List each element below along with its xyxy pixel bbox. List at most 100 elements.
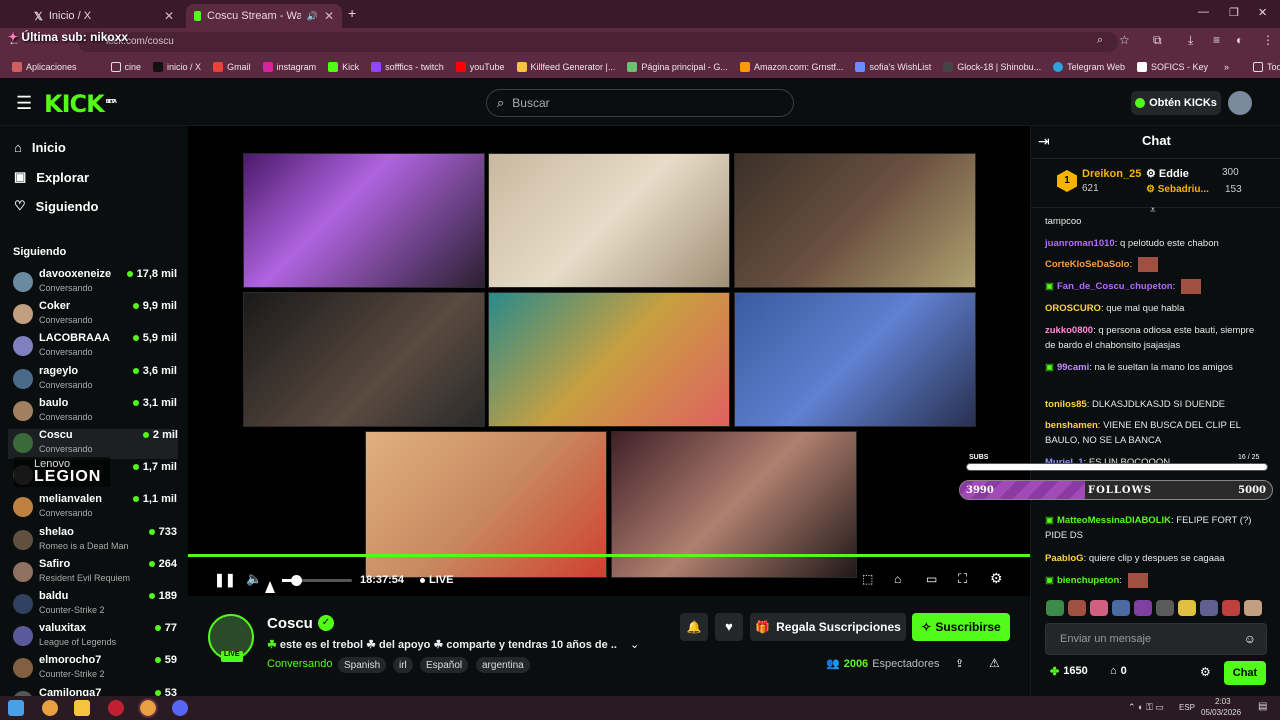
- bookmark-amazon[interactable]: Amazon.com: Grnstf...: [734, 62, 850, 72]
- cast-icon[interactable]: ⌂: [894, 572, 901, 586]
- send-chat-button[interactable]: Chat: [1224, 661, 1266, 685]
- chat-username[interactable]: PaabloG: [1045, 553, 1084, 564]
- bookmark-cine[interactable]: cine: [105, 62, 148, 72]
- emote-icon[interactable]: [1068, 600, 1086, 616]
- sidebar-channel[interactable]: rageylo Conversando 3,6 mil: [13, 365, 177, 395]
- sidebar-channel[interactable]: Coscu Conversando 2 mil: [8, 429, 178, 459]
- bookmark-kick[interactable]: Kick: [322, 62, 365, 72]
- bookmark-apps[interactable]: Aplicaciones: [6, 62, 83, 72]
- store-points[interactable]: ⌂ 0: [1110, 665, 1127, 677]
- discord-icon[interactable]: [172, 700, 188, 716]
- live-progress-bar[interactable]: [188, 554, 1030, 557]
- app-icon[interactable]: [108, 700, 124, 716]
- hamburger-menu-icon[interactable]: ☰: [16, 93, 32, 114]
- chat-username[interactable]: OROSCURO: [1045, 303, 1101, 314]
- gift-subs-button[interactable]: 🎁 Regala Suscripciones: [750, 613, 906, 641]
- emote-icon[interactable]: [1156, 600, 1174, 616]
- chrome-active-icon[interactable]: [138, 698, 158, 718]
- emote-icon[interactable]: [1046, 600, 1064, 616]
- sidebar-channel[interactable]: Coker Conversando 9,9 mil: [13, 300, 177, 330]
- leader-name[interactable]: Dreikon_25: [1082, 168, 1141, 180]
- volume-slider[interactable]: [282, 575, 352, 586]
- nav-explorar[interactable]: ▣ Explorar: [14, 169, 89, 185]
- video-player[interactable]: [188, 126, 1030, 596]
- chat-username[interactable]: bienchupeton: [1057, 575, 1119, 586]
- bookmark-killfeed[interactable]: Killfeed Generator |...: [511, 62, 622, 72]
- system-tray-icons[interactable]: ⌃ ◐ ⚿ ▭: [1128, 702, 1164, 713]
- minimize-button[interactable]: —: [1198, 6, 1209, 18]
- bookmark-twitch[interactable]: sofffics - twitch: [365, 62, 450, 72]
- tab-coscu-stream[interactable]: Coscu Stream - Watch Live 🔊 ✕: [186, 4, 342, 28]
- sidebar-channel[interactable]: valuxitax League of Legends 77: [13, 622, 177, 652]
- fullscreen-icon[interactable]: ⛶: [958, 571, 967, 587]
- language-indicator[interactable]: ESP: [1179, 703, 1195, 712]
- pause-icon[interactable]: ❚❚: [214, 572, 236, 588]
- profile-icon[interactable]: ◐: [1236, 33, 1243, 47]
- channel-points[interactable]: ✤ 1650: [1050, 665, 1088, 678]
- report-warning-icon[interactable]: ⚠: [989, 656, 1000, 670]
- channel-name[interactable]: Coscu: [267, 615, 313, 632]
- new-tab-button[interactable]: +: [348, 5, 356, 21]
- bookmark-gmail[interactable]: Gmail: [207, 62, 257, 72]
- star-icon[interactable]: ☆: [1119, 33, 1130, 47]
- chrome-icon[interactable]: [42, 700, 58, 716]
- emote-icon[interactable]: [1244, 600, 1262, 616]
- emote-icon[interactable]: [1200, 600, 1218, 616]
- share-icon[interactable]: ⇪: [955, 657, 964, 670]
- media-icon[interactable]: ≡: [1213, 33, 1220, 47]
- sidebar-channel[interactable]: elmorocho7 Counter-Strike 2 59: [13, 654, 177, 684]
- kick-logo[interactable]: KICK BETA: [44, 90, 117, 118]
- chat-settings-icon[interactable]: ⚙: [1200, 665, 1211, 679]
- extensions-icon[interactable]: ⧉: [1153, 33, 1162, 48]
- emote-icon[interactable]: [1112, 600, 1130, 616]
- search-input[interactable]: ⌕ Buscar: [486, 89, 794, 117]
- heart-follow-icon[interactable]: ♥: [715, 613, 743, 641]
- close-tab-icon[interactable]: ✕: [324, 9, 334, 23]
- maximize-button[interactable]: ❐: [1229, 6, 1239, 19]
- sidebar-channel[interactable]: baldu Counter-Strike 2 189: [13, 590, 177, 620]
- bookmark-inicio-x[interactable]: inicio / X: [147, 62, 207, 72]
- bell-icon[interactable]: 🔔: [680, 613, 708, 641]
- emote-icon[interactable]: [1178, 600, 1196, 616]
- sidebar-channel[interactable]: davooxeneize Conversando 17,8 mil: [13, 268, 177, 298]
- chat-username[interactable]: benshamen: [1045, 420, 1098, 431]
- sidebar-channel[interactable]: baulo Conversando 3,1 mil: [13, 397, 177, 427]
- user-avatar[interactable]: [1228, 91, 1252, 115]
- collapse-chat-icon[interactable]: ⇥: [1038, 133, 1050, 150]
- volume-knob[interactable]: [291, 575, 302, 586]
- sidebar-channel[interactable]: shelao Romeo is a Dead Man 733: [13, 526, 177, 556]
- chat-username[interactable]: juanroman1010: [1045, 238, 1115, 249]
- chat-username[interactable]: 99cami: [1057, 362, 1089, 373]
- bookmark-glock[interactable]: Glock-18 | Shinobu...: [937, 62, 1047, 72]
- tag-espanol[interactable]: Español: [420, 657, 469, 673]
- bookmark-wishlist[interactable]: sofia's WishList: [849, 62, 937, 72]
- tab-inicio-x[interactable]: 𝕏 Inicio / X ✕: [26, 4, 182, 28]
- bookmarks-overflow[interactable]: »: [1218, 62, 1235, 72]
- theater-mode-icon[interactable]: ▭: [926, 572, 937, 586]
- sidebar-channel[interactable]: Safiro Resident Evil Requiem 264: [13, 558, 177, 588]
- bookmark-sofics[interactable]: SOFICS - Key: [1131, 62, 1214, 72]
- chat-username[interactable]: tonilos85: [1045, 399, 1087, 410]
- leader-second[interactable]: ⚙ Eddie: [1146, 167, 1189, 180]
- emote-icon[interactable]: [1134, 600, 1152, 616]
- tag-irl[interactable]: irl: [393, 657, 413, 673]
- chat-username[interactable]: CorteKloSeDaSolo: [1045, 259, 1129, 270]
- nav-siguiendo[interactable]: ♡ Siguiendo: [14, 198, 99, 214]
- close-tab-icon[interactable]: ✕: [164, 9, 174, 23]
- leader-third[interactable]: ⚙ Sebadriu...: [1146, 184, 1209, 195]
- sidebar-channel[interactable]: melianvalen Conversando 1,1 mil: [13, 493, 177, 523]
- tag-argentina[interactable]: argentina: [476, 657, 530, 673]
- get-kicks-button[interactable]: Obtén KICKs: [1131, 91, 1221, 115]
- settings-gear-icon[interactable]: ⚙: [990, 570, 1003, 587]
- volume-icon[interactable]: 🔈: [246, 571, 262, 587]
- chevron-down-icon[interactable]: ⌄: [630, 638, 639, 651]
- bookmark-pagina-principal[interactable]: Página principal - G...: [621, 62, 734, 72]
- clock-time[interactable]: 2:03: [1215, 697, 1231, 706]
- bookmark-instagram[interactable]: instagram: [257, 62, 323, 72]
- clip-icon[interactable]: ⬚: [862, 572, 873, 586]
- emote-icon[interactable]: [1222, 600, 1240, 616]
- file-explorer-icon[interactable]: [74, 700, 90, 716]
- bookmark-telegram[interactable]: Telegram Web: [1047, 62, 1131, 72]
- chat-username[interactable]: Fan_de_Coscu_chupeton: [1057, 281, 1173, 292]
- chat-input[interactable]: Enviar un mensaje ☺: [1045, 623, 1267, 655]
